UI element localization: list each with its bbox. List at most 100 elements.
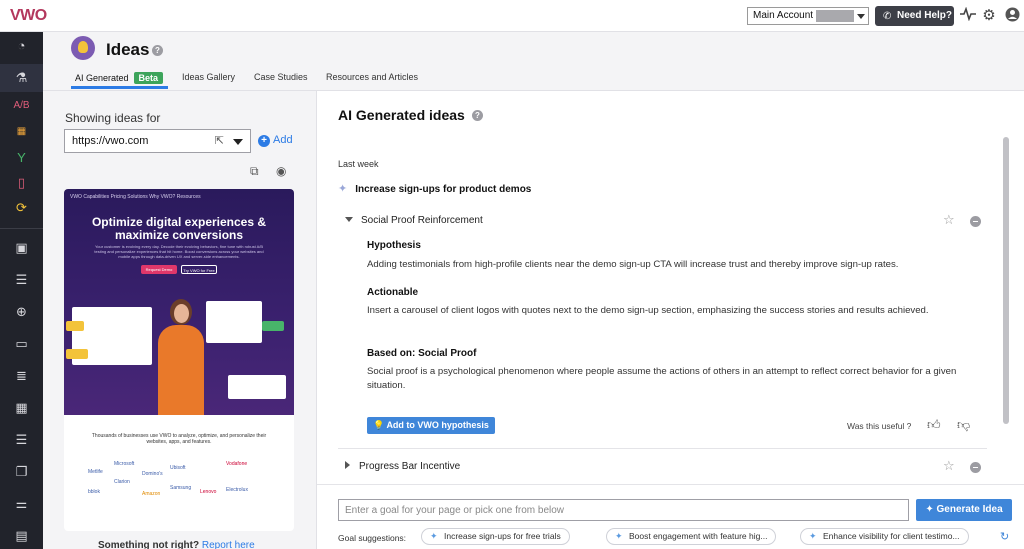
- chip-label: Enhance visibility for client testimo...: [823, 531, 960, 541]
- idea-toggle-progress-bar[interactable]: Progress Bar Incentive: [345, 461, 460, 472]
- external-link-icon[interactable]: ⇱: [215, 134, 224, 147]
- device-preview-icon[interactable]: ⧉: [250, 164, 259, 179]
- suggestion-chip[interactable]: ✦ Boost engagement with feature hig...: [606, 528, 777, 545]
- preview-logo: Lenovo: [200, 489, 217, 495]
- sliders-icon[interactable]: ⚌: [0, 490, 43, 518]
- thumbs-up-icon[interactable]: 👍︎: [927, 417, 941, 433]
- info-icon[interactable]: ?: [472, 110, 483, 121]
- based-on-label: Based on: Social Proof: [367, 348, 477, 359]
- preview-subtext: Your customer is evolving every day. Dec…: [94, 244, 264, 259]
- remove-icon[interactable]: [970, 216, 981, 227]
- add-label: Add: [273, 134, 293, 146]
- add-url-button[interactable]: + Add: [258, 134, 293, 147]
- tab-ideas-gallery[interactable]: Ideas Gallery: [182, 72, 235, 82]
- copy-icon[interactable]: ❐: [0, 458, 43, 486]
- chevron-right-icon: [345, 461, 350, 469]
- chip-label: Boost engagement with feature hig...: [629, 531, 768, 541]
- idea-title: Progress Bar Incentive: [359, 461, 461, 472]
- need-help-button[interactable]: ✆ Need Help?: [875, 6, 954, 26]
- flask-icon[interactable]: ⚗: [0, 64, 43, 92]
- remove-icon[interactable]: [970, 462, 981, 473]
- suggestion-chip[interactable]: ✦ Increase sign-ups for free trials: [421, 528, 570, 545]
- refresh-icon[interactable]: ↻: [1000, 530, 1009, 543]
- actionable-text: Insert a carousel of client logos with q…: [367, 305, 929, 316]
- footer-divider: [317, 484, 1024, 485]
- heatmap-icon[interactable]: ▣: [0, 234, 43, 262]
- preview-logo: Vodafone: [226, 461, 248, 467]
- idea-divider: [338, 448, 987, 449]
- eye-icon[interactable]: ◉: [276, 164, 286, 178]
- scrollbar[interactable]: [1003, 137, 1009, 424]
- add-to-hypothesis-button[interactable]: 💡 Add to VWO hypothesis: [367, 417, 495, 434]
- calendar-icon[interactable]: ▦: [0, 394, 43, 422]
- preview-headline: Optimize digital experiences & maximize …: [91, 215, 267, 242]
- preview-logo: Amazon: [142, 491, 161, 497]
- funnel-icon[interactable]: Y: [0, 144, 43, 172]
- info-icon[interactable]: ?: [152, 45, 163, 56]
- list-icon[interactable]: ☰: [0, 266, 43, 294]
- generate-label: Generate Idea: [936, 504, 1003, 515]
- preview-badge: [66, 349, 88, 359]
- not-right-label: Something not right?: [98, 540, 200, 549]
- dashboard-icon[interactable]: ◔: [0, 32, 43, 60]
- goal-input[interactable]: Enter a goal for your page or pick one f…: [338, 499, 909, 521]
- preview-logo: Electrolux: [226, 487, 248, 493]
- screen-icon[interactable]: ▭: [0, 330, 43, 358]
- briefcase-icon[interactable]: ▤: [0, 522, 43, 549]
- target-icon[interactable]: ⊕: [0, 298, 43, 326]
- preview-logo: Domino's: [142, 471, 163, 477]
- tab-ai-generated[interactable]: AI Generated Beta: [75, 72, 164, 84]
- sparkle-icon: ✦: [615, 531, 623, 541]
- preview-logo: Microsoft: [114, 461, 135, 467]
- actionable-label: Actionable: [367, 287, 419, 298]
- vwo-logo[interactable]: VWO: [10, 7, 47, 25]
- left-sidebar: ◔ ⚗ A/B ▦ Y ▯ ⟳ ▣ ☰ ⊕ ▭ ≣ ▦ ☰ ❐ ⚌ ▤: [0, 32, 43, 549]
- sparkle-icon: ✦: [925, 504, 937, 515]
- showing-ideas-label: Showing ideas for: [65, 111, 161, 125]
- url-select[interactable]: https://vwo.com ⇱: [64, 129, 251, 153]
- page-title: Ideas: [106, 40, 150, 59]
- tab-resources-articles[interactable]: Resources and Articles: [326, 72, 418, 82]
- mobile-icon[interactable]: ▯: [0, 169, 43, 197]
- add-hypothesis-label: Add to VWO hypothesis: [386, 420, 489, 430]
- beta-badge: Beta: [133, 72, 164, 84]
- tab-case-studies[interactable]: Case Studies: [254, 72, 308, 82]
- hypothesis-text: Adding testimonials from high-profile cl…: [367, 259, 899, 270]
- generate-idea-button[interactable]: ✦ Generate Idea: [916, 499, 1012, 521]
- idea-title: Social Proof Reinforcement: [361, 215, 483, 226]
- bulb-small-icon: 💡: [373, 420, 387, 430]
- chevron-down-icon: [857, 14, 865, 19]
- thumbs-down-icon[interactable]: 👎︎: [957, 417, 970, 433]
- deploy-icon[interactable]: ⟳: [0, 194, 43, 222]
- star-icon[interactable]: ☆: [943, 458, 955, 474]
- account-label: Main Account: [753, 10, 814, 21]
- report-here-link[interactable]: Report here: [202, 540, 255, 549]
- hypothesis-label: Hypothesis: [367, 240, 421, 251]
- preview-nav: VWO Capabilities Pricing Solutions Why V…: [70, 194, 201, 200]
- preview-form-card: [228, 375, 286, 399]
- gear-icon[interactable]: ⚙: [980, 7, 998, 25]
- suggestion-chip[interactable]: ✦ Enhance visibility for client testimo..…: [800, 528, 969, 545]
- sparkle-icon: ✦: [809, 531, 817, 541]
- preview-logo: Clarion: [114, 479, 130, 485]
- user-icon[interactable]: [1003, 7, 1021, 25]
- database-icon[interactable]: ≣: [0, 362, 43, 390]
- preview-logos-text: Thousands of businesses use VWO to analy…: [91, 433, 267, 445]
- sidebar-divider: [0, 228, 43, 229]
- active-tab-indicator: [71, 86, 168, 89]
- report-issue-text: Something not right? Report here: [98, 540, 255, 549]
- preview-hero: VWO Capabilities Pricing Solutions Why V…: [64, 189, 294, 415]
- preview-badge: [262, 321, 284, 331]
- top-bar: VWO Main Account ✆ Need Help? ⚙: [0, 0, 1024, 32]
- activity-icon[interactable]: [959, 6, 977, 25]
- based-on-text: Social proof is a psychological phenomen…: [367, 366, 957, 391]
- grid-icon[interactable]: ▦: [0, 118, 43, 146]
- chevron-down-icon: [233, 139, 243, 145]
- tab-label: AI Generated: [75, 73, 129, 83]
- preview-logo: Samsung: [170, 485, 192, 491]
- ab-test-icon[interactable]: A/B: [0, 92, 43, 120]
- star-icon[interactable]: ☆: [943, 212, 955, 228]
- idea-toggle-social-proof[interactable]: Social Proof Reinforcement: [345, 215, 483, 226]
- account-select[interactable]: Main Account: [747, 7, 869, 25]
- stack-icon[interactable]: ☰: [0, 426, 43, 454]
